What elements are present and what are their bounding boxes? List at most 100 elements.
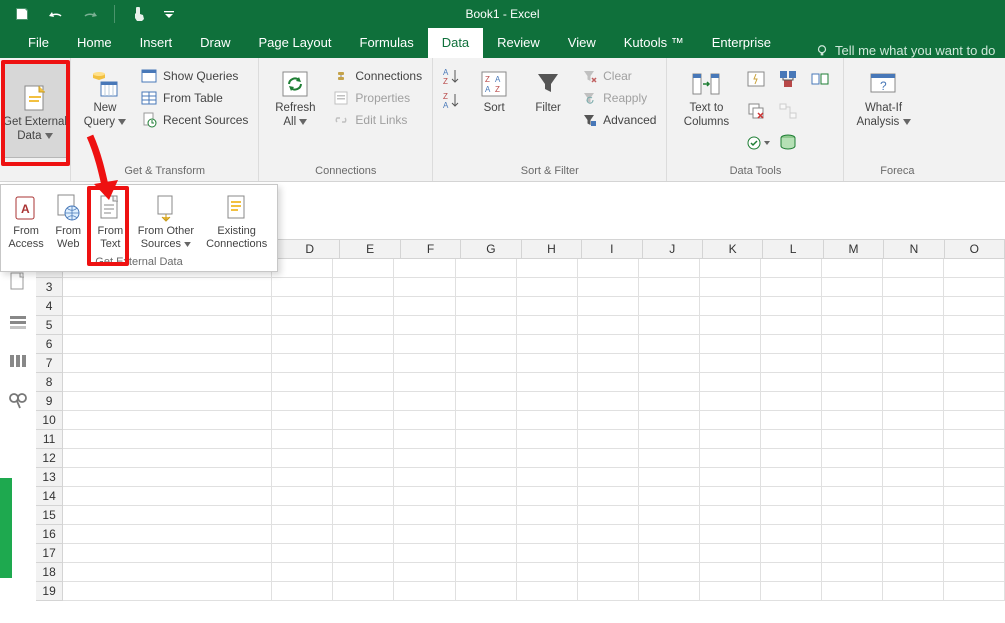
cell[interactable] (761, 297, 822, 316)
cell[interactable] (700, 278, 761, 297)
cell[interactable] (578, 411, 639, 430)
cell[interactable] (761, 563, 822, 582)
row-header[interactable]: 11 (36, 430, 63, 449)
cell[interactable] (272, 430, 333, 449)
cell[interactable] (333, 582, 394, 601)
cell[interactable] (272, 278, 333, 297)
cell[interactable] (333, 525, 394, 544)
row-header[interactable]: 17 (36, 544, 63, 563)
tab-view[interactable]: View (554, 28, 610, 58)
cell[interactable] (761, 525, 822, 544)
cell[interactable] (883, 278, 944, 297)
cell[interactable] (883, 316, 944, 335)
cell[interactable] (700, 563, 761, 582)
cell[interactable] (456, 392, 517, 411)
cell[interactable] (333, 506, 394, 525)
cell[interactable] (761, 411, 822, 430)
undo-icon[interactable] (46, 4, 66, 24)
cell[interactable] (822, 354, 883, 373)
cell[interactable] (883, 259, 944, 278)
cell[interactable] (639, 259, 700, 278)
from-access-button[interactable]: A FromAccess (5, 189, 47, 254)
cell[interactable] (761, 316, 822, 335)
new-query-button[interactable]: New Query (79, 62, 131, 130)
cell[interactable] (700, 506, 761, 525)
cell[interactable] (394, 430, 455, 449)
cell[interactable] (822, 449, 883, 468)
cell[interactable] (394, 373, 455, 392)
cell[interactable] (517, 525, 578, 544)
cell[interactable] (333, 411, 394, 430)
cell[interactable] (761, 278, 822, 297)
cell[interactable] (883, 544, 944, 563)
cell[interactable] (63, 544, 272, 563)
cell[interactable] (456, 563, 517, 582)
sort-button[interactable]: ZAAZ Sort (471, 62, 517, 116)
cell[interactable] (517, 316, 578, 335)
cell[interactable] (333, 430, 394, 449)
cell[interactable] (700, 411, 761, 430)
cell[interactable] (456, 506, 517, 525)
cell[interactable] (883, 468, 944, 487)
connections-button[interactable]: Connections (331, 66, 424, 86)
cell[interactable] (883, 373, 944, 392)
tab-review[interactable]: Review (483, 28, 554, 58)
flash-fill-icon[interactable] (745, 68, 767, 90)
cell[interactable] (883, 297, 944, 316)
cell[interactable] (944, 278, 1005, 297)
cell[interactable] (578, 392, 639, 411)
show-queries-button[interactable]: Show Queries (139, 66, 250, 86)
cell[interactable] (456, 354, 517, 373)
touch-mode-icon[interactable] (129, 4, 149, 24)
cell[interactable] (456, 449, 517, 468)
tab-page-layout[interactable]: Page Layout (245, 28, 346, 58)
row-header[interactable]: 9 (36, 392, 63, 411)
column-header[interactable]: G (461, 240, 521, 258)
cell[interactable] (394, 316, 455, 335)
cell[interactable] (578, 354, 639, 373)
cell[interactable] (700, 335, 761, 354)
cell[interactable] (333, 316, 394, 335)
cell[interactable] (883, 335, 944, 354)
from-other-sources-button[interactable]: From OtherSources (131, 189, 200, 254)
cell[interactable] (944, 392, 1005, 411)
cell[interactable] (578, 278, 639, 297)
cell[interactable] (517, 544, 578, 563)
consolidate-icon[interactable] (777, 68, 799, 90)
cell[interactable] (822, 544, 883, 563)
cell[interactable] (700, 430, 761, 449)
cell[interactable] (456, 373, 517, 392)
cell[interactable] (700, 316, 761, 335)
from-web-button[interactable]: FromWeb (47, 189, 89, 254)
cell[interactable] (456, 278, 517, 297)
cell[interactable] (456, 335, 517, 354)
cell[interactable] (394, 411, 455, 430)
text-to-columns-button[interactable]: Text to Columns (675, 62, 737, 130)
what-if-analysis-button[interactable]: ? What-If Analysis (852, 62, 914, 130)
cell[interactable] (272, 259, 333, 278)
cell[interactable] (272, 449, 333, 468)
cell[interactable] (822, 373, 883, 392)
cell[interactable] (578, 316, 639, 335)
cell[interactable] (700, 297, 761, 316)
cell[interactable] (883, 525, 944, 544)
cell[interactable] (394, 354, 455, 373)
cell[interactable] (333, 487, 394, 506)
cell[interactable] (578, 582, 639, 601)
cell[interactable] (700, 468, 761, 487)
cell[interactable] (578, 544, 639, 563)
column-header[interactable]: M (824, 240, 884, 258)
cell[interactable] (333, 544, 394, 563)
cell[interactable] (394, 297, 455, 316)
column-header[interactable]: I (582, 240, 642, 258)
column-header[interactable]: H (522, 240, 582, 258)
cell[interactable] (761, 392, 822, 411)
cell[interactable] (272, 297, 333, 316)
cell[interactable] (394, 468, 455, 487)
cell[interactable] (944, 335, 1005, 354)
sidepane-find-icon[interactable] (7, 390, 29, 412)
cell[interactable] (700, 259, 761, 278)
cell[interactable] (456, 525, 517, 544)
tab-data[interactable]: Data (428, 28, 483, 58)
cell[interactable] (394, 506, 455, 525)
